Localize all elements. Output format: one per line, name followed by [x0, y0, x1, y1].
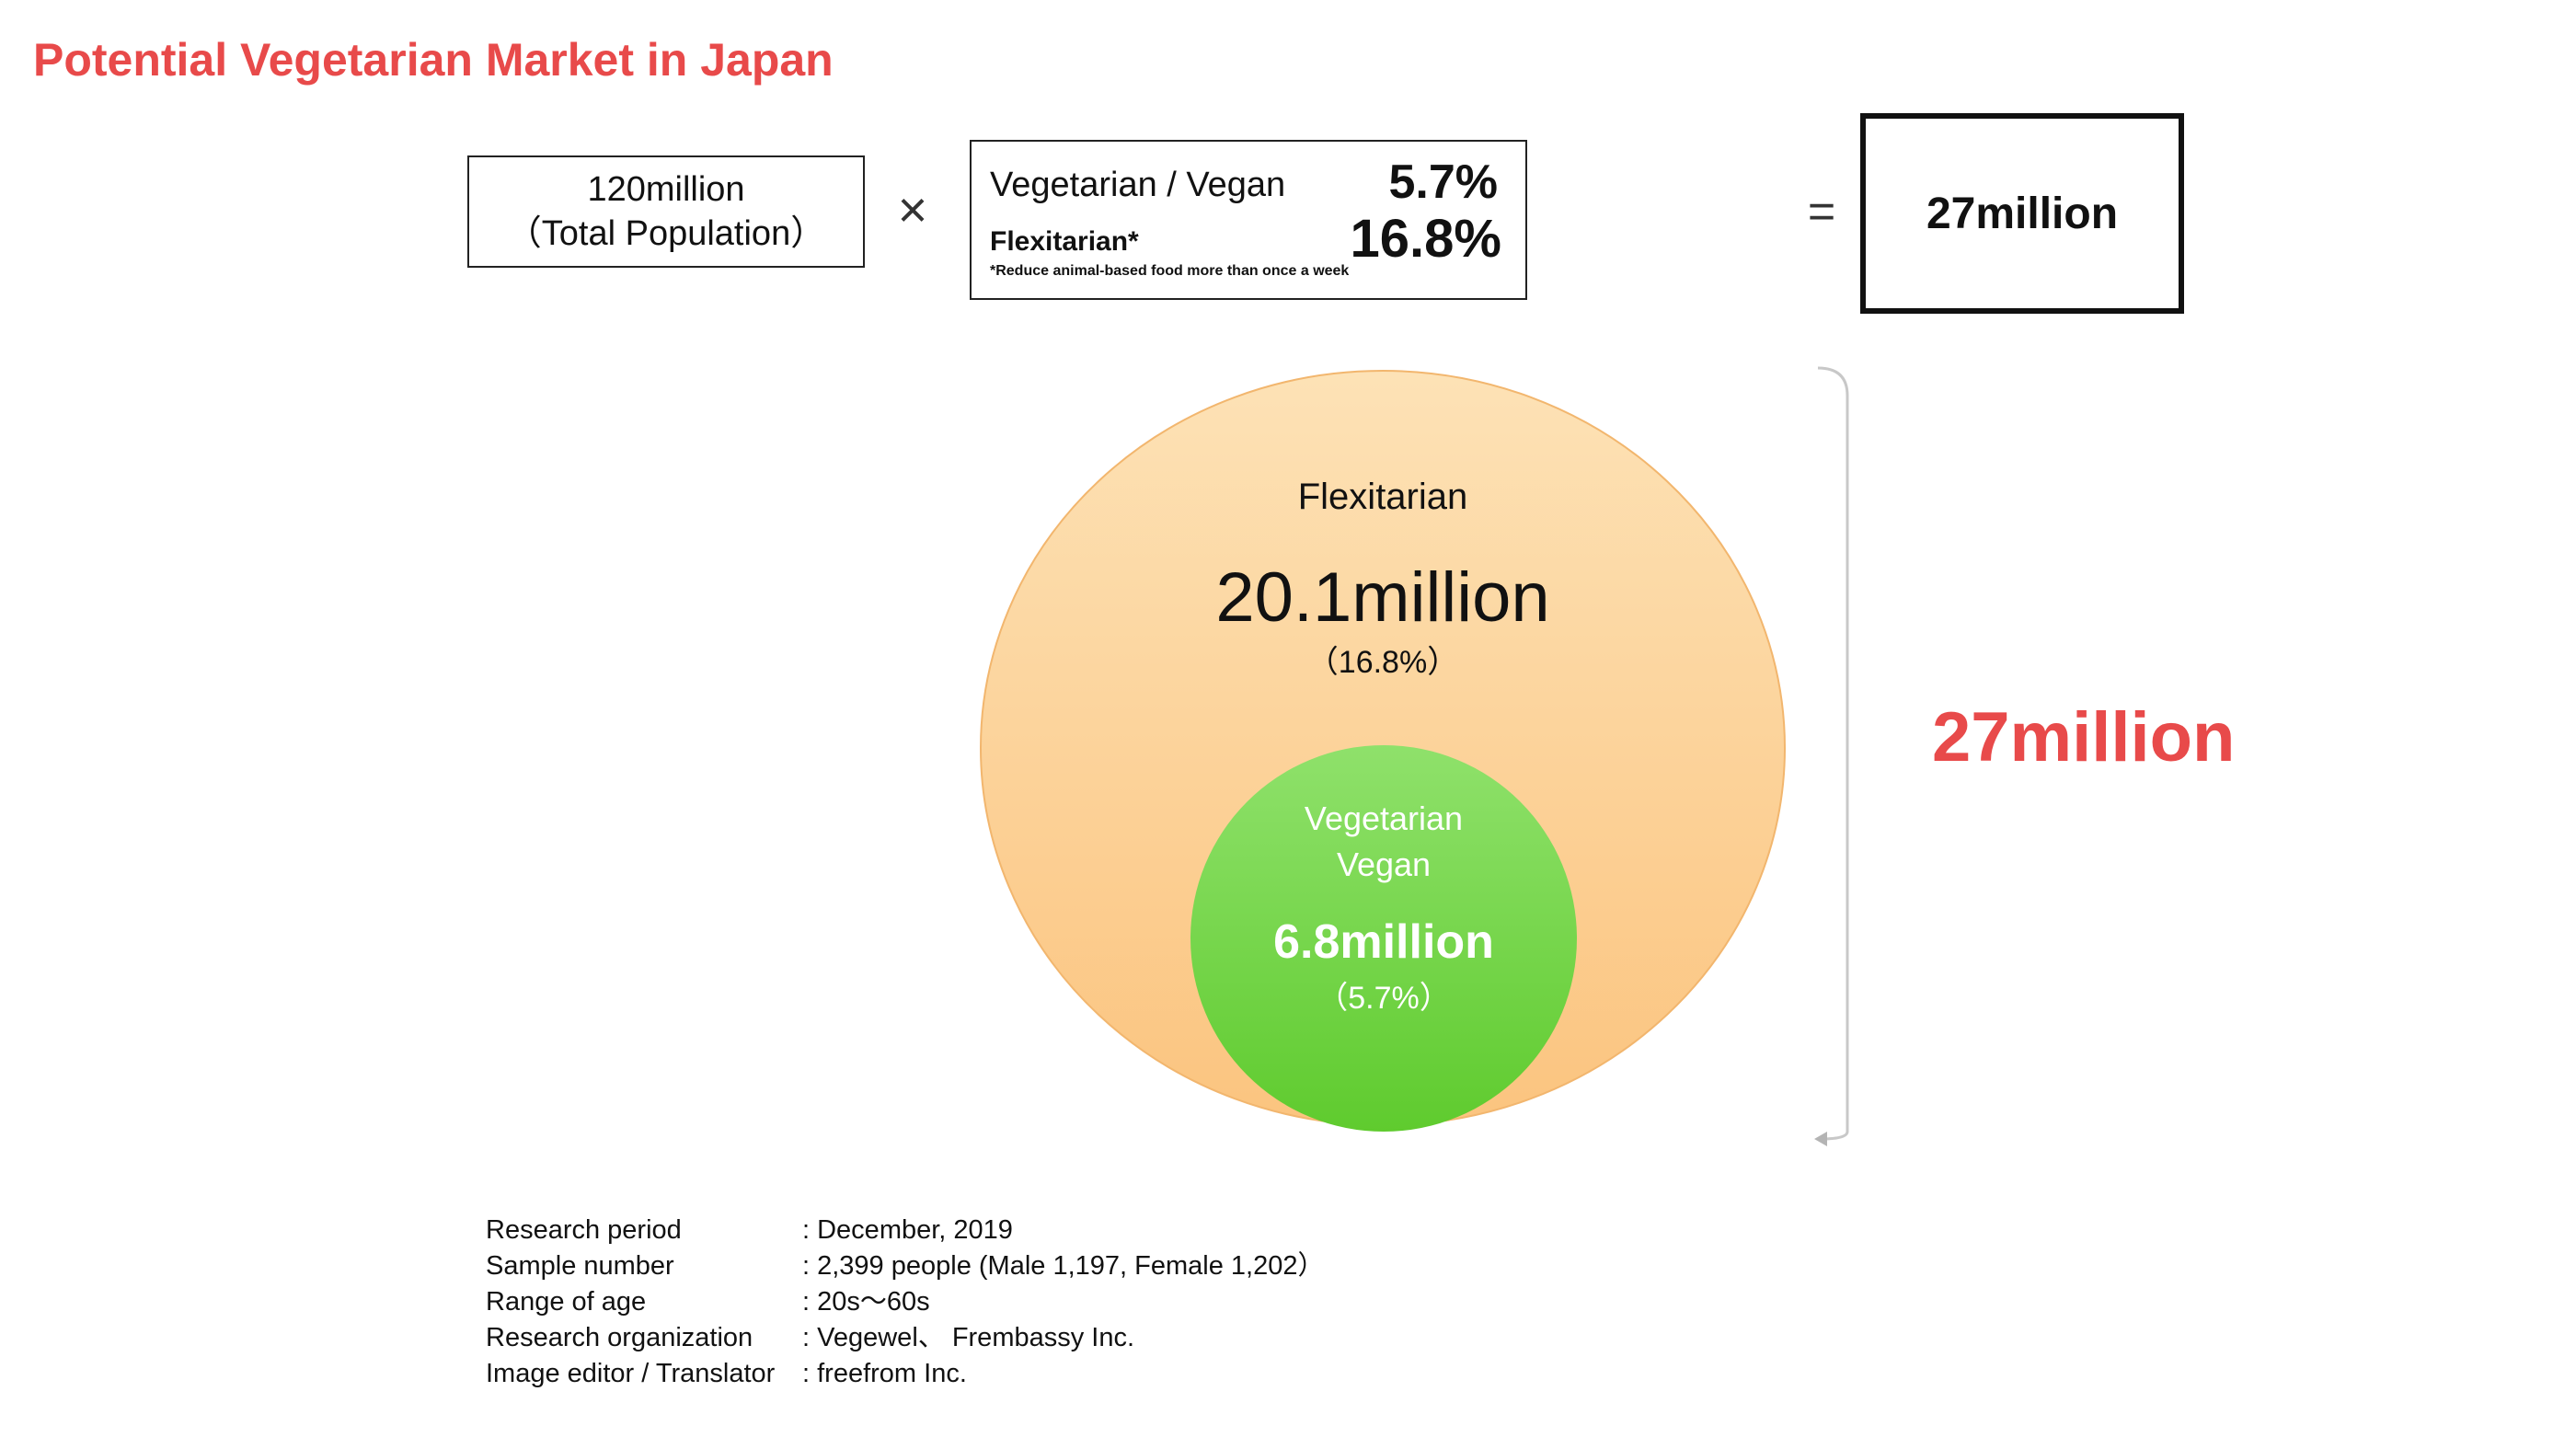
research-info-label: Range of age	[486, 1287, 647, 1317]
vegetarian-rate-value: 5.7%	[1388, 155, 1498, 209]
result-value: 27million	[1926, 189, 2119, 238]
research-info-value: : December, 2019	[802, 1215, 1013, 1245]
research-info-value: : freefrom Inc.	[802, 1359, 967, 1388]
research-period-row: Research period : December, 2019	[486, 1213, 1324, 1248]
flexitarian-rate-value: 16.8%	[1350, 209, 1501, 269]
vegetarian-percent: （5.7%）	[1317, 981, 1451, 1016]
flexitarian-label: Flexitarian	[1298, 477, 1468, 517]
bracket-arrow-icon	[1814, 1132, 1827, 1146]
flexitarian-value: 20.1million	[1215, 558, 1549, 637]
vegetarian-label-line2: Vegan	[1337, 845, 1431, 883]
vegetarian-label-line1: Vegetarian	[1305, 799, 1463, 837]
flexitarian-footnote: *Reduce animal-based food more than once…	[990, 263, 1350, 279]
research-info: Research period : December, 2019 Sample …	[486, 1213, 1324, 1392]
research-info-value: : Vegewel、 Frembassy Inc.	[802, 1323, 1135, 1352]
market-circle-diagram: Flexitarian 20.1million （16.8%） Vegetari…	[980, 366, 1849, 1146]
rates-box: Vegetarian / Vegan 5.7% Flexitarian* 16.…	[970, 140, 1527, 300]
equals-operator: =	[1807, 185, 1836, 238]
times-operator: ×	[897, 180, 928, 238]
page-title: Potential Vegetarian Market in Japan	[33, 34, 834, 86]
research-organization-row: Research organization : Vegewel、 Frembas…	[486, 1320, 1324, 1356]
population-label: （Total Population）	[506, 214, 826, 253]
vegetarian-rate-label: Vegetarian / Vegan	[990, 166, 1286, 204]
total-bracket	[1817, 366, 1849, 1141]
population-value: 120million	[587, 170, 745, 209]
research-info-label: Image editor / Translator	[486, 1359, 776, 1388]
sample-number-row: Sample number : 2,399 people (Male 1,197…	[486, 1248, 1324, 1284]
research-info-value: : 2,399 people (Male 1,197, Female 1,202…	[802, 1251, 1325, 1281]
translator-row: Image editor / Translator : freefrom Inc…	[486, 1356, 1324, 1392]
flexitarian-rate-label: Flexitarian*	[990, 226, 1139, 257]
vegetarian-value: 6.8million	[1273, 915, 1494, 969]
age-range-row: Range of age : 20s〜60s	[486, 1284, 1324, 1320]
research-info-value: : 20s〜60s	[802, 1287, 930, 1317]
flexitarian-percent: （16.8%）	[1307, 645, 1458, 680]
research-info-label: Sample number	[486, 1251, 674, 1281]
research-info-label: Research period	[486, 1215, 682, 1245]
population-box: 120million （Total Population）	[467, 155, 865, 268]
research-info-label: Research organization	[486, 1323, 753, 1352]
total-market-value: 27million	[1932, 698, 2236, 776]
result-box: 27million	[1860, 113, 2184, 314]
